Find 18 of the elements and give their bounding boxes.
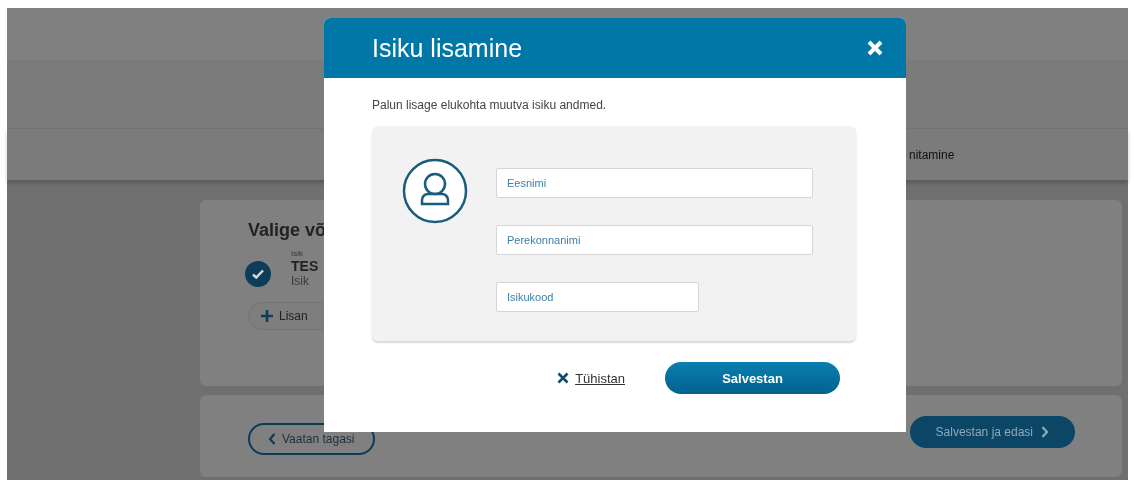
input-field[interactable]: Eesnimi (496, 168, 813, 198)
user-avatar-icon (402, 158, 468, 224)
next-button[interactable]: Salvestan ja edasi (909, 416, 1075, 448)
person-name: TES (291, 258, 319, 274)
step-label: nitamine (909, 147, 955, 162)
plus-icon (261, 310, 273, 322)
chevron-right-icon (1041, 426, 1049, 438)
input-field[interactable]: Perekonnanimi (496, 225, 813, 255)
dialog-title: Isiku lisamine (372, 33, 523, 63)
chevron-left-icon (268, 433, 276, 445)
cancel-link[interactable]: Tühistan (557, 370, 625, 386)
save-button[interactable]: Salvestan (665, 362, 840, 394)
input-field[interactable]: Isikukood (496, 282, 699, 312)
person-code: Isik (291, 274, 310, 288)
dialog-text: Palun lisage elukohta muutva isiku andmed. (372, 98, 608, 112)
check-icon[interactable] (245, 260, 271, 287)
close-icon (557, 372, 570, 384)
close-icon[interactable] (866, 39, 884, 57)
